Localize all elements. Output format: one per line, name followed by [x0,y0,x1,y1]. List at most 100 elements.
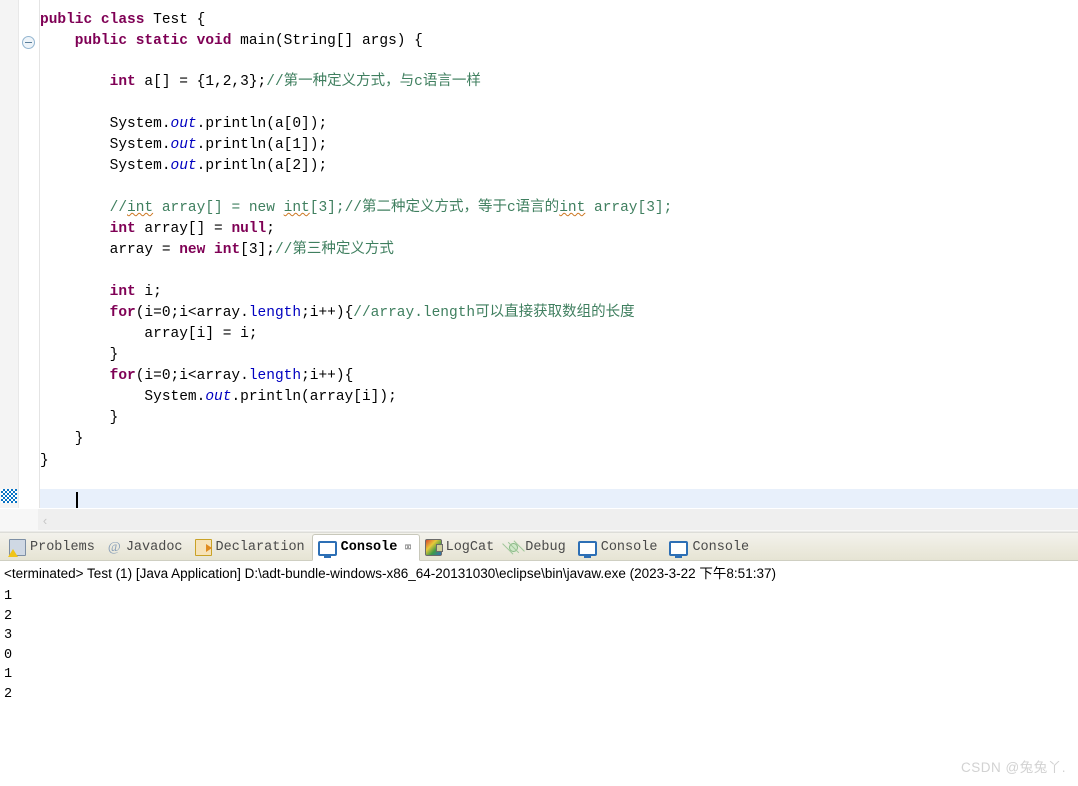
code-token: Test { [153,12,206,28]
code-token: null [231,221,267,237]
code-editor[interactable]: public class Test { public static void m… [0,0,1078,508]
code-token: for [40,305,136,321]
code-token: length [248,368,302,384]
annotation-mark-0[interactable] [1,489,17,503]
code-line[interactable]: public static void main(String[] args) { [40,31,423,52]
code-token: System. [40,137,171,153]
code-token: .println(array[i]); [231,389,397,405]
tab-label: LogCat [445,540,495,555]
code-text-area[interactable]: public class Test { public static void m… [40,0,1078,508]
console-output-line: 2 [4,608,13,624]
code-token: //第三种定义方式 [274,242,394,258]
folding-gutter[interactable] [19,0,40,508]
view-tab-bar[interactable]: Problems @ Javadoc Declaration Console ⌧ LogCa… [0,533,1078,561]
javadoc-icon: @ [107,540,121,555]
editor-horizontal-scrollbar[interactable]: ‹ [0,508,1078,531]
code-token: System. [40,389,206,405]
code-token: } [40,431,84,447]
code-line[interactable]: } [40,345,119,366]
code-line[interactable]: for(i=0;i<array.length;i++){//array.leng… [40,303,635,324]
close-icon[interactable]: ⌧ [404,540,411,555]
code-token: [3]; [240,242,275,258]
code-token: //第一种定义方式，与c语言一样 [266,74,481,90]
code-token: int [40,221,145,237]
code-token: [3];//第二种定义方式，等于c语言的 [309,200,560,216]
code-token: //array.length可以直接获取数组的长度 [353,305,635,321]
code-token: } [40,410,119,426]
console-status-line: <terminated> Test (1) [Java Application]… [0,561,1078,583]
code-token: public static void [40,33,241,49]
tab-label: Javadoc [125,540,183,555]
tab-label: Declaration [215,540,305,555]
console-output-line: 3 [4,628,13,643]
tab-console-active[interactable]: Console ⌧ [311,534,420,561]
tab-declaration[interactable]: Declaration [190,535,312,560]
code-token: ; [266,221,275,237]
debug-icon [506,540,522,555]
tab-console[interactable]: Console [664,535,756,560]
code-line[interactable]: System.out.println(a[2]); [40,156,328,177]
code-token: int [40,74,145,90]
code-token: // [40,200,128,216]
code-token: main(String[] args) { [240,33,423,49]
tab-label: Console [692,540,750,555]
console-icon [317,540,337,558]
code-token: array = [40,242,180,258]
code-line[interactable]: for(i=0;i<array.length;i++){ [40,366,354,387]
code-line[interactable]: System.out.println(a[1]); [40,135,328,156]
code-token: int [283,200,310,216]
code-token: out [170,137,197,153]
code-line[interactable]: array = new int[3];//第三种定义方式 [40,240,394,261]
code-token: } [40,453,49,469]
annotation-ruler[interactable] [0,0,19,508]
tab-console[interactable]: Console [573,535,665,560]
code-token: (i=0;i<array. [135,305,249,321]
declaration-icon [194,539,212,556]
code-line[interactable]: array[i] = i; [40,324,258,345]
code-token: System. [40,116,171,132]
code-token: array[] = new [153,200,284,216]
console-output-area[interactable]: 1 2 3 0 1 2 [0,583,1078,704]
problems-icon [8,539,26,557]
console-icon [669,540,689,558]
code-token: System. [40,158,171,174]
tab-problems[interactable]: Problems [4,535,102,560]
code-token: int [40,284,145,300]
code-line[interactable]: } [40,451,49,472]
tab-javadoc[interactable]: @ Javadoc [102,535,190,560]
code-line[interactable]: System.out.println(array[i]); [40,387,397,408]
code-token: public class [40,12,154,28]
text-caret [76,492,78,508]
code-token: int [559,200,586,216]
code-token: i; [144,284,162,300]
code-token: a[] = {1,2,3}; [144,74,267,90]
code-line[interactable]: int array[] = null; [40,219,275,240]
csdn-watermark: CSDN @兔兔丫. [961,760,1066,775]
code-token: new int [179,242,241,258]
current-line-highlight [40,489,1078,508]
logcat-icon [424,539,443,556]
scrollbar-gutter-pad [0,509,38,531]
tab-label: Problems [30,540,95,555]
console-output-line: 0 [4,647,13,663]
code-token: for [40,368,136,384]
code-token: out [170,116,197,132]
tab-debug[interactable]: Debug [501,535,573,560]
code-token: ;i++){ [301,368,354,384]
tab-logcat[interactable]: LogCat [420,535,502,560]
code-token: out [170,158,197,174]
code-line[interactable]: int i; [40,282,162,303]
code-token: ;i++){ [301,305,354,321]
code-line[interactable]: public class Test { [40,10,205,31]
code-line[interactable]: } [40,408,119,429]
code-token: array[i] = i; [40,326,258,342]
tab-label: Debug [525,540,566,555]
code-line[interactable]: System.out.println(a[0]); [40,114,328,135]
fold-collapse-icon-0[interactable] [22,36,35,49]
code-line[interactable]: int a[] = {1,2,3};//第一种定义方式，与c语言一样 [40,72,481,93]
console-output-line: 1 [4,589,13,604]
console-icon [577,540,597,558]
code-line[interactable]: // int array[] = new int[3];//第二种定义方式，等于c… [40,198,673,219]
code-line[interactable]: } [40,429,84,450]
tab-label: Console [600,540,658,555]
